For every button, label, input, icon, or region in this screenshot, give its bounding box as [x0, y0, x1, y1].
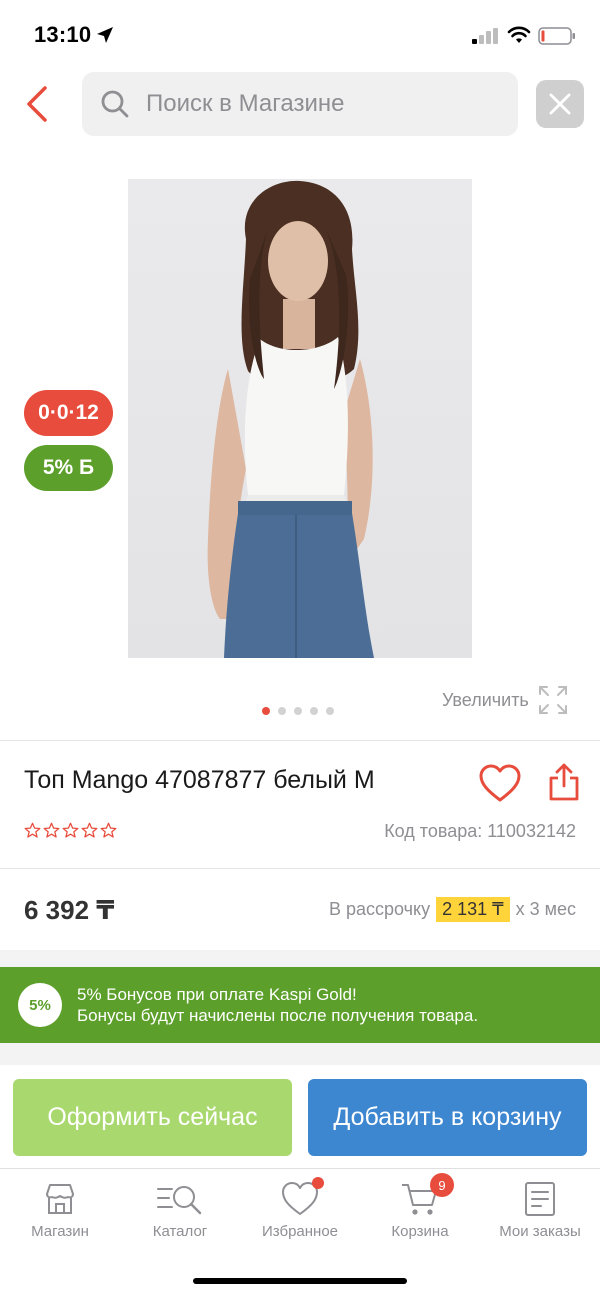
bonus-line-1: 5% Бонусов при оплате Kaspi Gold!	[77, 985, 357, 1004]
expand-icon	[538, 686, 567, 714]
pagination-dot-active[interactable]	[262, 707, 270, 715]
chevron-left-icon	[27, 86, 47, 122]
tab-label: Корзина	[391, 1223, 449, 1240]
search-input[interactable]: Поиск в Магазине	[82, 72, 518, 136]
cart-count-badge: 9	[430, 1173, 454, 1197]
star-empty-icon	[43, 822, 60, 838]
status-bar: 13:10	[0, 0, 600, 70]
installment-info[interactable]: В рассрочку 2 131 ₸ x 3 мес	[329, 897, 576, 922]
share-icon[interactable]	[546, 762, 582, 802]
installment-prefix: В рассрочку	[328, 899, 431, 919]
tab-favorites[interactable]: Избранное	[240, 1177, 360, 1240]
star-empty-icon	[100, 822, 117, 838]
back-button[interactable]	[18, 82, 54, 126]
cellular-signal-icon	[472, 28, 498, 44]
store-icon	[46, 1184, 74, 1214]
orders-icon	[525, 1182, 555, 1216]
catalog-icon	[157, 1186, 202, 1215]
wifi-icon	[507, 26, 531, 43]
section-spacer	[0, 1043, 600, 1065]
battery-icon	[538, 27, 575, 45]
add-to-cart-button[interactable]: Добавить в корзину	[308, 1079, 587, 1156]
pagination-dot[interactable]	[310, 707, 318, 715]
section-spacer	[0, 950, 600, 967]
bonus-percent-badge: 5%	[18, 983, 62, 1027]
status-time: 13:10	[34, 22, 92, 47]
pagination-dot[interactable]	[278, 707, 286, 715]
tab-label: Избранное	[261, 1223, 339, 1240]
zoom-label: Увеличить	[442, 689, 529, 710]
installment-suffix: x 3 мес	[515, 899, 576, 919]
product-photo-illustration	[207, 180, 374, 658]
tab-store[interactable]: Магазин	[0, 1179, 120, 1240]
tab-label: Каталог	[152, 1223, 208, 1240]
pagination-dot[interactable]	[326, 707, 334, 715]
installment-amount: 2 131 ₸	[436, 897, 510, 922]
installment-badge: 0·0·12	[24, 390, 113, 436]
tab-catalog[interactable]: Каталог	[120, 1179, 240, 1240]
tab-label: Магазин	[31, 1223, 89, 1240]
star-empty-icon	[24, 822, 41, 838]
checkout-now-button[interactable]: Оформить сейчас	[13, 1079, 292, 1156]
bonus-badge: 5% Б	[24, 445, 113, 491]
rating-stars	[24, 822, 117, 839]
tab-cart[interactable]: 9 Корзина	[360, 1173, 480, 1240]
bonus-line-2: Бонусы будут начислены после получения т…	[77, 1006, 479, 1025]
search-icon	[101, 90, 129, 118]
star-empty-icon	[62, 822, 79, 838]
product-image[interactable]	[128, 179, 472, 658]
close-icon	[549, 93, 571, 115]
bonus-text: 5% Бонусов при оплате Kaspi Gold! Бонусы…	[77, 984, 478, 1026]
notification-dot	[312, 1177, 324, 1189]
search-placeholder: Поиск в Магазине	[146, 90, 345, 117]
tab-orders[interactable]: Мои заказы	[480, 1179, 600, 1240]
zoom-button[interactable]: Увеличить	[442, 684, 569, 716]
product-code: Код товара: 110032142	[384, 821, 576, 841]
product-price: 6 392 ₸	[24, 895, 115, 925]
star-empty-icon	[81, 822, 98, 838]
divider	[0, 740, 600, 741]
bonus-banner[interactable]: 5% 5% Бонусов при оплате Kaspi Gold! Бон…	[0, 967, 600, 1043]
favorites-icon-wrap	[280, 1177, 324, 1219]
pagination-dot[interactable]	[294, 707, 302, 715]
tab-label: Мои заказы	[499, 1223, 581, 1240]
gallery-pagination	[262, 707, 334, 715]
home-indicator[interactable]	[193, 1278, 407, 1284]
location-arrow-icon	[97, 27, 113, 43]
favorite-heart-icon[interactable]	[478, 762, 522, 806]
divider	[0, 868, 600, 869]
product-title: Топ Mango 47087877 белый M	[24, 766, 375, 794]
cart-icon-wrap: 9	[400, 1173, 454, 1219]
close-button[interactable]	[536, 80, 584, 128]
